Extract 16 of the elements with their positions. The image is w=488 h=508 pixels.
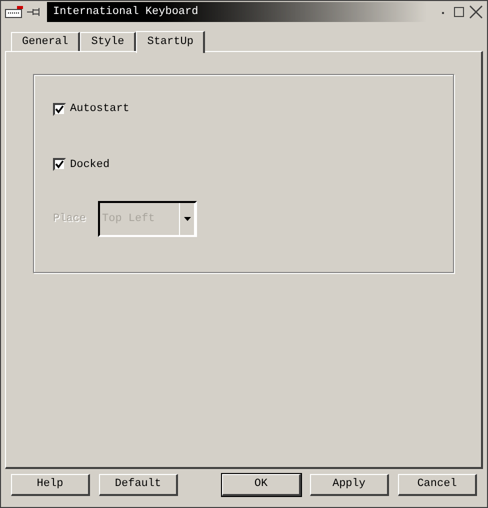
dialog-button[interactable]: Help [11, 474, 90, 496]
checkbox-label[interactable]: Docked [70, 156, 110, 173]
dialog-button[interactable]: Cancel [398, 474, 477, 496]
close-icon[interactable] [469, 5, 483, 19]
checkbox[interactable] [53, 102, 66, 116]
checkbox[interactable] [53, 158, 66, 172]
tab[interactable]: General [11, 32, 80, 51]
caret-icon [184, 217, 191, 221]
dialog-button[interactable]: Default [99, 474, 178, 496]
tab[interactable]: StartUp [136, 31, 206, 53]
tab[interactable]: Style [80, 32, 136, 51]
checkbox-label[interactable]: Autostart [70, 101, 130, 118]
maximize-icon[interactable] [453, 6, 465, 18]
keyboard-icon [5, 6, 23, 18]
dialog-button[interactable]: Apply [310, 474, 389, 496]
dialog-button[interactable]: OK [222, 474, 301, 496]
